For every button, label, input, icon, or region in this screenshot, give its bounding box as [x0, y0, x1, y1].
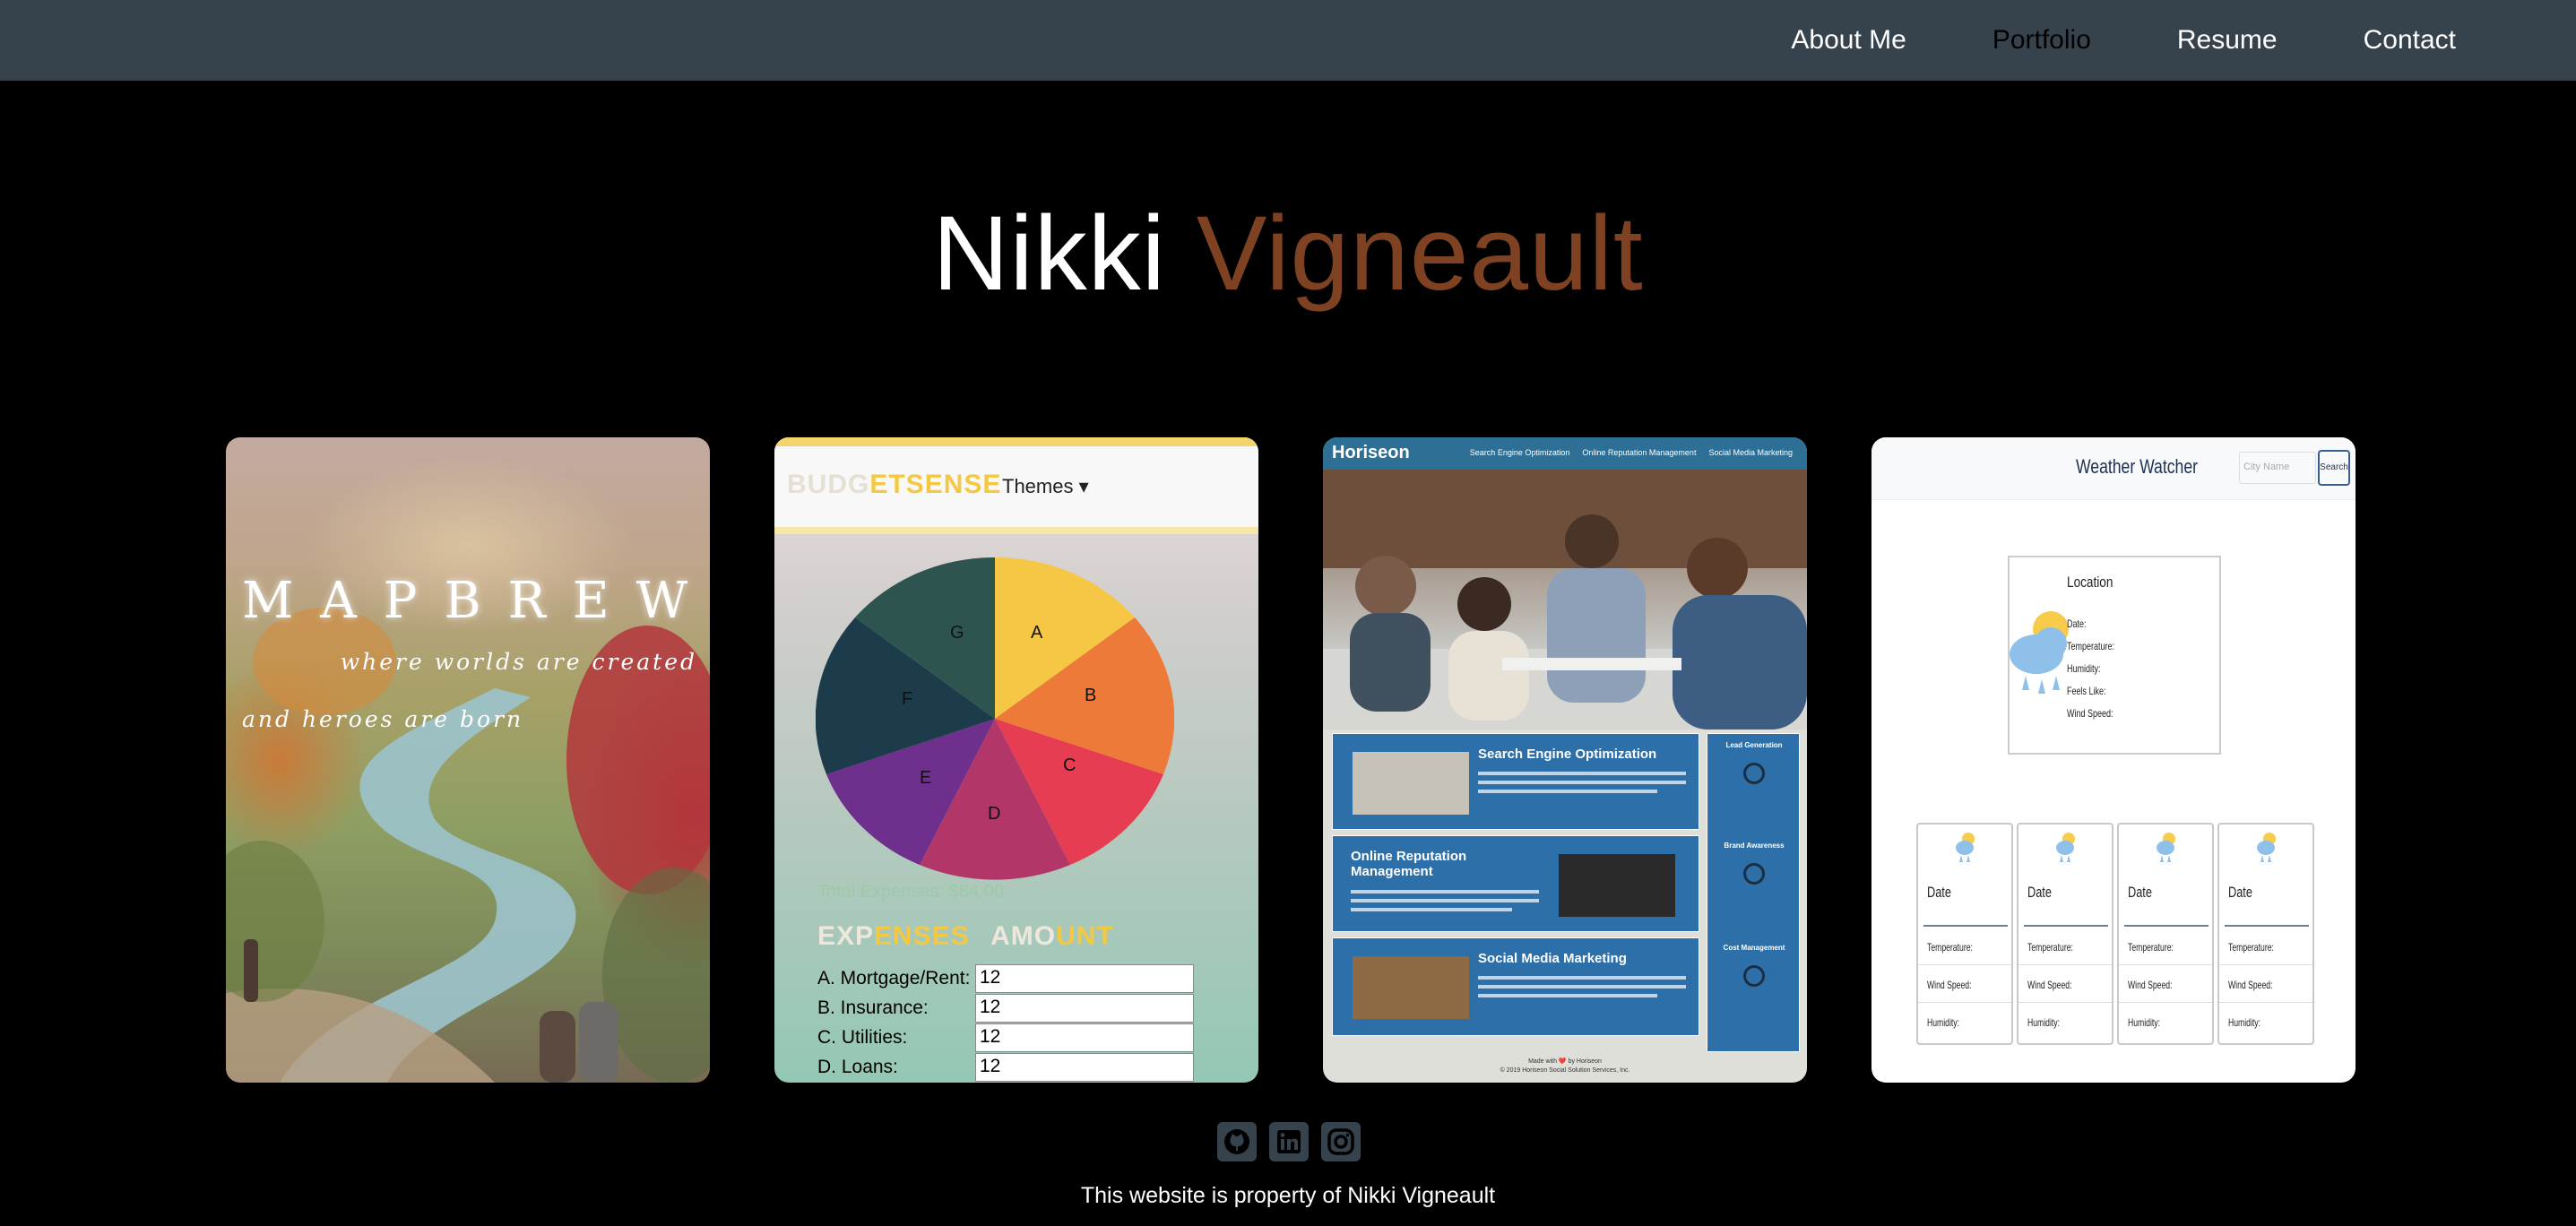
weather-rain-cloud-icon	[2010, 611, 2069, 694]
budgetsense-table-heading: EXPENSES AMOUNT	[817, 921, 1114, 951]
title-last-name: Vigneault	[1196, 194, 1644, 313]
pie-label-d: D	[988, 804, 1000, 824]
brand-awareness-icon	[1743, 863, 1765, 885]
expense-label: A. Mortgage/Rent:	[817, 968, 971, 989]
mapbrew-title: MAPBREW	[242, 572, 710, 630]
pie-label-g: G	[950, 623, 964, 643]
weather-details: Date: Temperature: Humidity: Feels Like:…	[2067, 617, 2115, 720]
budgetsense-total: Total Expenses: $84.00	[817, 882, 1004, 902]
horiseon-sidebar: Lead Generation Brand Awareness Cost Man…	[1707, 733, 1800, 1052]
expense-input[interactable]: 12	[975, 964, 1194, 993]
project-card-weather-watcher[interactable]: Weather Watcher City Name Search Locatio…	[1871, 437, 2356, 1083]
horiseon-hero-image	[1323, 470, 1807, 730]
forecast-card: Date Temperature: Wind Speed: Humidity:	[2017, 823, 2114, 1045]
horiseon-header: Horiseon Search Engine Optimization Onli…	[1323, 437, 1807, 470]
linkedin-icon[interactable]	[1269, 1122, 1309, 1161]
nav-link-portfolio[interactable]: Portfolio	[1993, 25, 2091, 56]
nav-link-contact[interactable]: Contact	[2364, 25, 2456, 56]
expense-row: A. Mortgage/Rent: 12	[817, 964, 1194, 993]
github-icon[interactable]	[1217, 1122, 1257, 1161]
mapbrew-landscape-art	[226, 608, 710, 1083]
expense-input[interactable]: 12	[975, 1053, 1194, 1082]
social-links	[1217, 1122, 1361, 1161]
pie-label-a: A	[1031, 623, 1043, 643]
project-card-budgetsense[interactable]: BUDGETSENSE Themes ▾ A B C D E F G Total…	[774, 437, 1258, 1083]
expense-label: D. Loans:	[817, 1057, 898, 1077]
weather-location: Location	[2067, 574, 2114, 591]
pie-label-e: E	[920, 768, 931, 788]
forecast-card: Date Temperature: Wind Speed: Humidity:	[2217, 823, 2314, 1045]
pie-label-b: B	[1085, 686, 1096, 705]
pie-label-c: C	[1063, 755, 1076, 775]
nav-link-about[interactable]: About Me	[1791, 25, 1906, 56]
budgetsense-logo: BUDGETSENSE	[787, 470, 1002, 499]
budgetsense-themes-dropdown: Themes ▾	[1002, 475, 1089, 497]
forecast-rain-icon	[2157, 833, 2175, 862]
mapbrew-tagline-1: where worlds are created	[340, 649, 697, 675]
reputation-image	[1559, 854, 1675, 917]
horiseon-logo: Horiseon	[1332, 443, 1410, 462]
budgetsense-header: BUDGETSENSE Themes ▾	[774, 437, 1258, 534]
forecast-rain-icon	[1956, 833, 1975, 862]
weather-search-button: Search	[2318, 450, 2350, 486]
horiseon-section-reputation: Online Reputation Management	[1332, 835, 1699, 932]
lead-generation-icon	[1743, 763, 1765, 784]
instagram-icon[interactable]	[1321, 1122, 1361, 1161]
expense-row: C. Utilities: 12	[817, 1023, 1194, 1052]
social-image	[1353, 956, 1469, 1019]
footer-copyright: This website is property of Nikki Vignea…	[1080, 1183, 1496, 1208]
title-first-name: Nikki	[932, 194, 1166, 313]
weather-title: Weather Watcher	[2076, 455, 2198, 478]
horiseon-nav: Search Engine Optimization Online Reputa…	[1469, 448, 1793, 457]
budgetsense-pie-chart: A B C D E F G	[816, 557, 1174, 880]
forecast-card: Date Temperature: Wind Speed: Humidity:	[2117, 823, 2214, 1045]
forecast-rain-icon	[2056, 833, 2075, 862]
horiseon-section-seo: Search Engine Optimization	[1332, 733, 1699, 830]
mapbrew-tagline-2: and heroes are born	[242, 706, 524, 732]
expense-input[interactable]: 12	[975, 994, 1194, 1023]
weather-search-input: City Name	[2239, 452, 2316, 484]
project-card-horiseon[interactable]: Horiseon Search Engine Optimization Onli…	[1323, 437, 1807, 1083]
seo-image	[1353, 752, 1469, 815]
forecast-rain-icon	[2257, 833, 2276, 862]
expense-input[interactable]: 12	[975, 1023, 1194, 1052]
cost-management-icon	[1743, 965, 1765, 987]
pie-label-f: F	[902, 689, 912, 709]
horiseon-section-social: Social Media Marketing	[1332, 937, 1699, 1036]
weather-current-card: Location Date: Temperature: Humidity: Fe…	[2008, 556, 2221, 755]
expense-row: B. Insurance: 12	[817, 994, 1194, 1023]
expense-row: D. Loans: 12	[817, 1053, 1194, 1082]
nav-links: About Me Portfolio Resume Contact	[1705, 0, 2456, 81]
expense-label: C. Utilities:	[817, 1027, 908, 1048]
nav-link-resume[interactable]: Resume	[2177, 25, 2278, 56]
weather-header: Weather Watcher City Name Search	[1871, 437, 2356, 500]
project-card-mapbrew[interactable]: MAPBREW where worlds are created and her…	[226, 437, 710, 1083]
page-title: Nikki Vigneault	[0, 193, 2576, 315]
forecast-card: Date Temperature: Wind Speed: Humidity:	[1916, 823, 2013, 1045]
horiseon-footer: Made with ❤️ by Horiseon © 2019 Horiseon…	[1500, 1058, 1630, 1074]
navbar: About Me Portfolio Resume Contact	[0, 0, 2576, 81]
expense-label: B. Insurance:	[817, 997, 929, 1018]
